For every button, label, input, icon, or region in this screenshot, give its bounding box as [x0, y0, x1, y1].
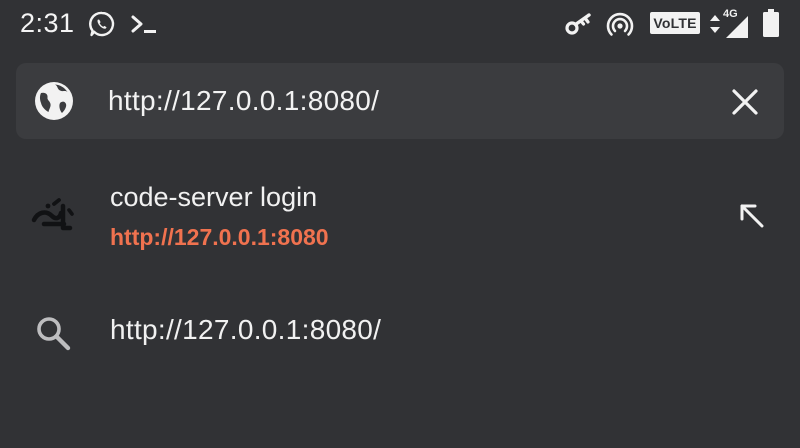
battery-icon: [763, 9, 779, 37]
url-bar[interactable]: http://127.0.0.1:8080/: [16, 63, 784, 139]
suggestion-item-search[interactable]: http://127.0.0.1:8080/: [0, 292, 800, 372]
suggestion-title: code-server login: [110, 182, 318, 212]
terminal-icon: [131, 15, 156, 33]
browser-omnibox-screen: 2:31 VoLTE 4G http://127.0.0.1:8080/ cod…: [0, 0, 800, 448]
network-type-label: 4G: [723, 8, 738, 20]
suggestion-query: http://127.0.0.1:8080/: [110, 314, 382, 345]
status-time: 2:31: [20, 8, 75, 38]
suggestion-url: http://127.0.0.1:8080: [110, 224, 329, 250]
suggestion-item-code-server[interactable]: code-server login http://127.0.0.1:8080: [0, 168, 800, 264]
search-icon: [37, 317, 71, 351]
volte-badge: VoLTE: [650, 12, 700, 34]
globe-icon: [35, 82, 73, 120]
close-icon[interactable]: [724, 81, 766, 123]
whatsapp-icon: [89, 11, 115, 37]
status-bar: 2:31 VoLTE 4G: [0, 0, 800, 50]
url-input[interactable]: http://127.0.0.1:8080/: [108, 85, 379, 117]
vpn-key-icon: [565, 13, 591, 35]
code-server-favicon: [31, 198, 74, 231]
hotspot-icon: [606, 12, 634, 36]
arrow-up-left-icon[interactable]: [734, 198, 770, 234]
data-arrows-icon: [710, 15, 720, 33]
